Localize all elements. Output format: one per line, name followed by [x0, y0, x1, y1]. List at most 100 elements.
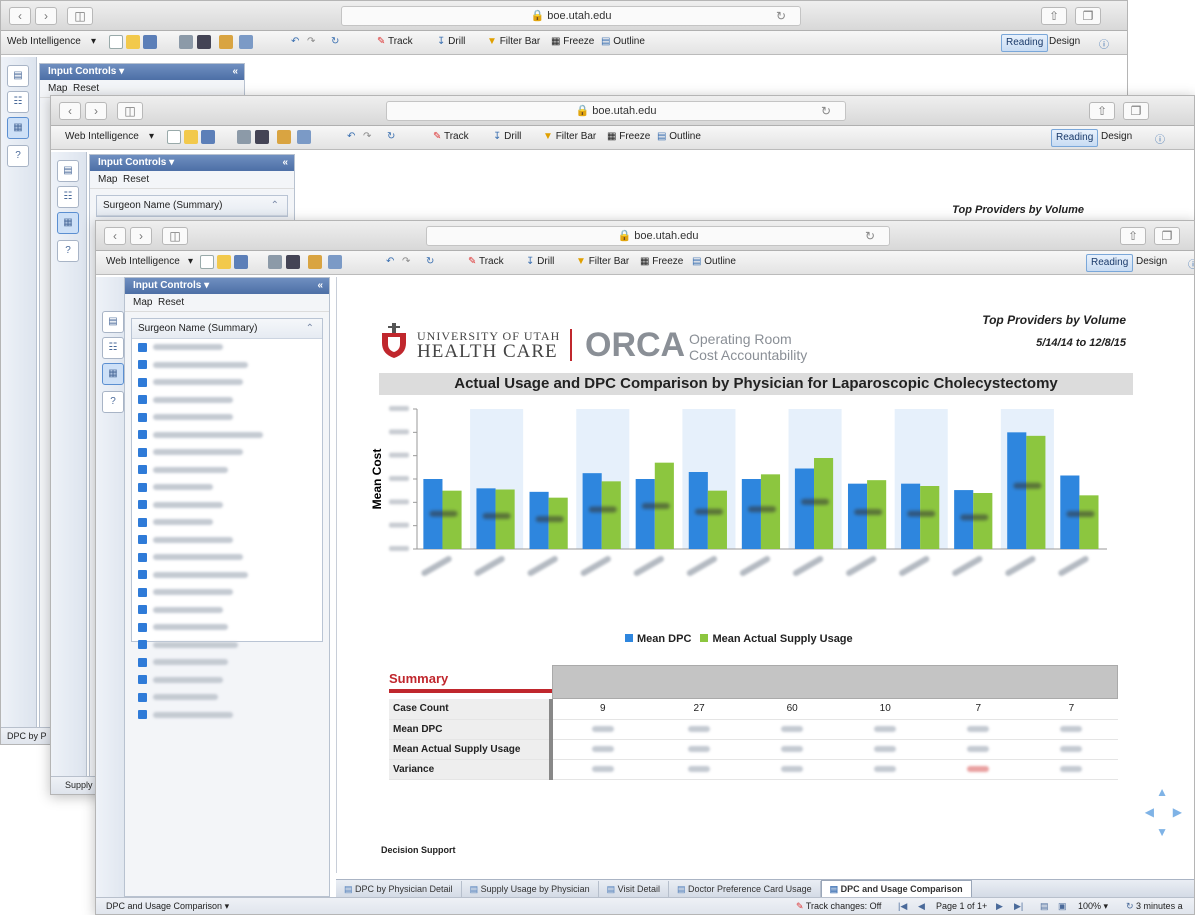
back-button[interactable]: ‹: [104, 227, 126, 245]
redo-icon[interactable]: ↷: [402, 256, 410, 267]
document-summary-icon[interactable]: ▤: [57, 160, 79, 182]
drill-button[interactable]: ↧ Drill: [493, 131, 521, 142]
print-icon[interactable]: [268, 255, 282, 269]
layout-icon[interactable]: ▤: [1040, 898, 1049, 914]
export-icon[interactable]: [277, 130, 291, 144]
back-button[interactable]: ‹: [9, 7, 31, 25]
document-summary-icon[interactable]: ▤: [102, 311, 124, 333]
input-controls-icon[interactable]: ▦: [102, 363, 124, 385]
undo-icon[interactable]: ↶: [347, 131, 355, 142]
help-rail-icon[interactable]: ?: [57, 240, 79, 262]
surgeon-checkbox-row[interactable]: [132, 532, 322, 550]
surgeon-checkbox-row[interactable]: [132, 497, 322, 515]
design-mode-button[interactable]: Design: [1136, 256, 1167, 267]
checkbox-checked-icon[interactable]: [138, 535, 147, 545]
save-icon[interactable]: [143, 35, 157, 49]
checkbox-checked-icon[interactable]: [138, 430, 147, 440]
reading-mode-button[interactable]: Reading: [1086, 254, 1134, 272]
collapse-arrow-icon[interactable]: ⌃: [306, 319, 314, 339]
surgeon-checkbox-row[interactable]: [132, 584, 322, 602]
export-icon[interactable]: [219, 35, 233, 49]
navigation-map-icon[interactable]: ☷: [102, 337, 124, 359]
surgeon-checkbox-row[interactable]: [132, 409, 322, 427]
help-rail-icon[interactable]: ?: [102, 391, 124, 413]
surgeon-checkbox-row[interactable]: [132, 637, 322, 655]
reload-icon[interactable]: ↻: [821, 102, 831, 120]
filter-bar-button[interactable]: ▼ Filter Bar: [487, 36, 540, 47]
address-bar[interactable]: 🔒 boe.utah.edu ↻: [426, 226, 890, 246]
checkbox-checked-icon[interactable]: [138, 500, 147, 510]
reading-mode-button[interactable]: Reading: [1051, 129, 1099, 147]
help-icon[interactable]: ⓘ: [1099, 36, 1109, 51]
address-bar[interactable]: 🔒 boe.utah.edu ↻: [341, 6, 801, 26]
surgeon-checkbox-row[interactable]: [132, 707, 322, 725]
surgeon-checkbox-row[interactable]: [132, 567, 322, 585]
input-controls-icon[interactable]: ▦: [57, 212, 79, 234]
surgeon-checkbox-row[interactable]: [132, 392, 322, 410]
refresh-icon[interactable]: ↻: [331, 36, 339, 47]
web-intelligence-menu[interactable]: Web Intelligence: [65, 131, 139, 142]
prev-page-icon[interactable]: ◀: [918, 898, 925, 914]
sidebar-toggle-icon[interactable]: ◫: [67, 7, 93, 25]
sidebar-toggle-icon[interactable]: ◫: [117, 102, 143, 120]
report-selector[interactable]: DPC and Usage Comparison ▾: [106, 898, 229, 914]
filter-bar-button[interactable]: ▼ Filter Bar: [576, 256, 629, 267]
last-page-icon[interactable]: ▶|: [1014, 898, 1023, 914]
report-tab[interactable]: ▤ Supply Usage by Physician: [462, 881, 599, 898]
surgeon-checkbox-row[interactable]: [132, 427, 322, 445]
report-tab[interactable]: ▤ Visit Detail: [599, 881, 670, 898]
surgeon-checkbox-row[interactable]: [132, 339, 322, 357]
surgeon-checkbox-row[interactable]: [132, 602, 322, 620]
surgeon-checkbox-row[interactable]: [132, 514, 322, 532]
surgeon-checkbox-row[interactable]: [132, 672, 322, 690]
tabs-icon[interactable]: ❐: [1154, 227, 1180, 245]
redo-icon[interactable]: ↷: [307, 36, 315, 47]
email-icon[interactable]: [328, 255, 342, 269]
open-folder-icon[interactable]: [126, 35, 140, 49]
chevron-down-icon[interactable]: ▾: [91, 36, 96, 47]
surgeon-checkbox-row[interactable]: [132, 444, 322, 462]
find-icon[interactable]: [255, 130, 269, 144]
back-button[interactable]: ‹: [59, 102, 81, 120]
track-button[interactable]: ✎ Track: [377, 36, 413, 47]
open-folder-icon[interactable]: [217, 255, 231, 269]
redo-icon[interactable]: ↷: [363, 131, 371, 142]
checkbox-checked-icon[interactable]: [138, 360, 147, 370]
help-icon[interactable]: ⓘ: [1188, 256, 1194, 271]
checkbox-checked-icon[interactable]: [138, 622, 147, 632]
help-icon[interactable]: ⓘ: [1155, 131, 1165, 146]
freeze-button[interactable]: ▦ Freeze: [551, 36, 594, 47]
collapse-icon[interactable]: «: [317, 278, 323, 294]
share-icon[interactable]: ⇧: [1089, 102, 1115, 120]
checkbox-checked-icon[interactable]: [138, 605, 147, 615]
help-rail-icon[interactable]: ?: [7, 145, 29, 167]
checkbox-checked-icon[interactable]: [138, 482, 147, 492]
checkbox-checked-icon[interactable]: [138, 395, 147, 405]
undo-icon[interactable]: ↶: [386, 256, 394, 267]
checkbox-checked-icon[interactable]: [138, 342, 147, 352]
page-nav-right-icon[interactable]: ▶: [1173, 805, 1182, 819]
undo-icon[interactable]: ↶: [291, 36, 299, 47]
checkbox-checked-icon[interactable]: [138, 587, 147, 597]
checkbox-checked-icon[interactable]: [138, 570, 147, 580]
reset-link[interactable]: Reset: [73, 83, 99, 94]
chevron-down-icon[interactable]: ▾: [149, 131, 154, 142]
checkbox-checked-icon[interactable]: [138, 447, 147, 457]
design-mode-button[interactable]: Design: [1049, 36, 1080, 47]
refresh-icon[interactable]: ↻: [426, 256, 434, 267]
share-icon[interactable]: ⇧: [1041, 7, 1067, 25]
zoom-select[interactable]: 100% ▾: [1078, 898, 1108, 914]
surgeon-checkbox-row[interactable]: [132, 462, 322, 480]
filter-bar-button[interactable]: ▼ Filter Bar: [543, 131, 596, 142]
checkbox-checked-icon[interactable]: [138, 710, 147, 720]
checkbox-checked-icon[interactable]: [138, 640, 147, 650]
checkbox-checked-icon[interactable]: [138, 657, 147, 667]
new-doc-icon[interactable]: [167, 130, 181, 144]
reload-icon[interactable]: ↻: [776, 7, 786, 25]
reset-link[interactable]: Reset: [123, 174, 149, 185]
freeze-button[interactable]: ▦ Freeze: [607, 131, 650, 142]
tabs-icon[interactable]: ❐: [1075, 7, 1101, 25]
forward-button[interactable]: ›: [85, 102, 107, 120]
outline-button[interactable]: ▤ Outline: [657, 131, 701, 142]
forward-button[interactable]: ›: [130, 227, 152, 245]
